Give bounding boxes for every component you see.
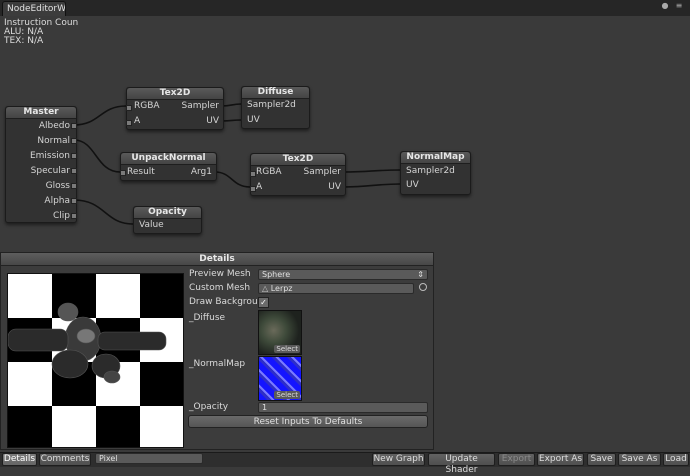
- preview-mesh-label: Preview Mesh: [189, 269, 251, 279]
- wire-sampler-a: [221, 103, 242, 107]
- opacity-value-label: Value: [139, 220, 164, 230]
- master-port-clip[interactable]: [71, 213, 77, 219]
- diffuse-texture-thumbnail[interactable]: Select: [258, 310, 302, 355]
- normalmap-uv: UV: [406, 180, 419, 190]
- tex2d-b-rgba: RGBA: [256, 167, 282, 177]
- tex2d-a-title: Tex2D: [127, 88, 223, 100]
- master-port-albedo[interactable]: [71, 123, 77, 129]
- normalmap-title: NormalMap: [401, 152, 470, 164]
- master-port-emission[interactable]: [71, 153, 77, 159]
- opacity-property-field[interactable]: 1: [258, 402, 428, 413]
- update-shader-button[interactable]: Update Shader: [428, 453, 495, 475]
- dropdown-arrows-icon: ⇕: [417, 270, 424, 279]
- master-input-albedo: Albedo: [38, 121, 70, 131]
- preview-mesh-value: Sphere: [262, 270, 291, 279]
- wire-sampler-b: [343, 169, 401, 173]
- master-input-normal: Normal: [37, 136, 70, 146]
- new-graph-button[interactable]: New Graph: [372, 453, 425, 466]
- tex2d-a-rgba: RGBA: [134, 101, 160, 111]
- unpack-arg1: Arg1: [190, 167, 212, 177]
- reset-inputs-button[interactable]: Reset Inputs To Defaults: [188, 415, 428, 428]
- unpack-port-result[interactable]: [120, 170, 126, 176]
- object-picker-icon[interactable]: [419, 283, 427, 291]
- wire-uv-b: [343, 183, 401, 188]
- master-port-alpha[interactable]: [71, 198, 77, 204]
- normalmap-texture-thumbnail[interactable]: Select: [258, 356, 302, 401]
- diffuse-uv: UV: [247, 115, 260, 125]
- unpack-result: Result: [127, 167, 155, 177]
- opacity-property-label: _Opacity: [189, 402, 229, 412]
- opacity-title: Opacity: [134, 207, 201, 219]
- preview-checkerboard: [8, 274, 183, 447]
- master-port-gloss[interactable]: [71, 183, 77, 189]
- tex2d-b-sampler: Sampler: [303, 167, 341, 177]
- tex2d-a-a: A: [134, 116, 141, 126]
- master-node-title: Master: [6, 107, 76, 119]
- unpack-title: UnpackNormal: [121, 153, 216, 165]
- export-as-button[interactable]: Export As: [537, 453, 584, 466]
- diffuse-property-label: _Diffuse: [189, 313, 226, 323]
- master-input-alpha: Alpha: [44, 196, 70, 206]
- custom-mesh-label: Custom Mesh: [189, 283, 251, 293]
- master-input-specular: Specular: [30, 166, 70, 176]
- master-node[interactable]: Master Albedo Normal Emission Specular G…: [5, 106, 77, 223]
- master-port-normal[interactable]: [71, 138, 77, 144]
- tab-details[interactable]: Details: [2, 453, 37, 466]
- tex2d-node-a[interactable]: Tex2D RGBA A Sampler UV: [126, 87, 224, 130]
- export-button[interactable]: Export: [498, 453, 535, 466]
- tex2d-a-sampler: Sampler: [181, 101, 219, 111]
- tex2d-b-a: A: [256, 182, 263, 192]
- tex2d-a-uv: UV: [206, 116, 219, 126]
- diffuse-node[interactable]: Diffuse Sampler2d UV: [241, 86, 310, 129]
- master-input-gloss: Gloss: [45, 181, 70, 191]
- save-button[interactable]: Save: [587, 453, 616, 466]
- normalmap-sampler2d: Sampler2d: [406, 166, 455, 176]
- master-input-emission: Emission: [29, 151, 70, 161]
- normalmap-select-button[interactable]: Select: [274, 391, 300, 399]
- preview-mesh-dropdown[interactable]: Sphere ⇕: [258, 269, 428, 280]
- tex2d-b-title: Tex2D: [251, 154, 345, 166]
- custom-mesh-value: Lerpz: [270, 284, 293, 293]
- wire-albedo: [73, 105, 127, 126]
- draw-background-label: Draw Backgrour: [189, 297, 262, 307]
- material-preview[interactable]: [7, 273, 184, 448]
- mesh-icon: △: [262, 284, 269, 293]
- diffuse-sampler2d: Sampler2d: [247, 100, 296, 110]
- custom-mesh-field[interactable]: △ Lerpz: [258, 283, 414, 294]
- unpack-normal-node[interactable]: UnpackNormal Result Arg1: [120, 152, 217, 181]
- normalmap-property-label: _NormalMap: [189, 359, 246, 369]
- tex2d-a-port-a[interactable]: [126, 120, 132, 126]
- save-as-button[interactable]: Save As: [618, 453, 661, 466]
- tex2d-a-port-rgba[interactable]: [126, 105, 132, 111]
- tex2d-b-uv: UV: [328, 182, 341, 192]
- details-panel: Details Preview Mesh Sphere ⇕ Custom Mes…: [0, 252, 434, 450]
- details-title: Details: [1, 253, 433, 266]
- opacity-node[interactable]: Opacity Value: [133, 206, 202, 234]
- wire-normal: [73, 139, 121, 173]
- tab-comments[interactable]: Comments: [39, 453, 91, 466]
- diffuse-select-button[interactable]: Select: [274, 345, 300, 353]
- wire-uv-a: [221, 119, 242, 122]
- tex2d-node-b[interactable]: Tex2D RGBA A Sampler UV: [250, 153, 346, 196]
- draw-background-checkbox[interactable]: ✓: [258, 297, 269, 308]
- wire-arg1: [214, 171, 251, 188]
- master-port-specular[interactable]: [71, 168, 77, 174]
- render-mode-dropdown[interactable]: Pixel: [95, 453, 203, 464]
- wire-alpha: [73, 199, 134, 225]
- master-input-clip: Clip: [53, 211, 70, 221]
- load-button[interactable]: Load: [663, 453, 689, 466]
- diffuse-title: Diffuse: [242, 87, 309, 99]
- normalmap-node[interactable]: NormalMap Sampler2d UV: [400, 151, 471, 195]
